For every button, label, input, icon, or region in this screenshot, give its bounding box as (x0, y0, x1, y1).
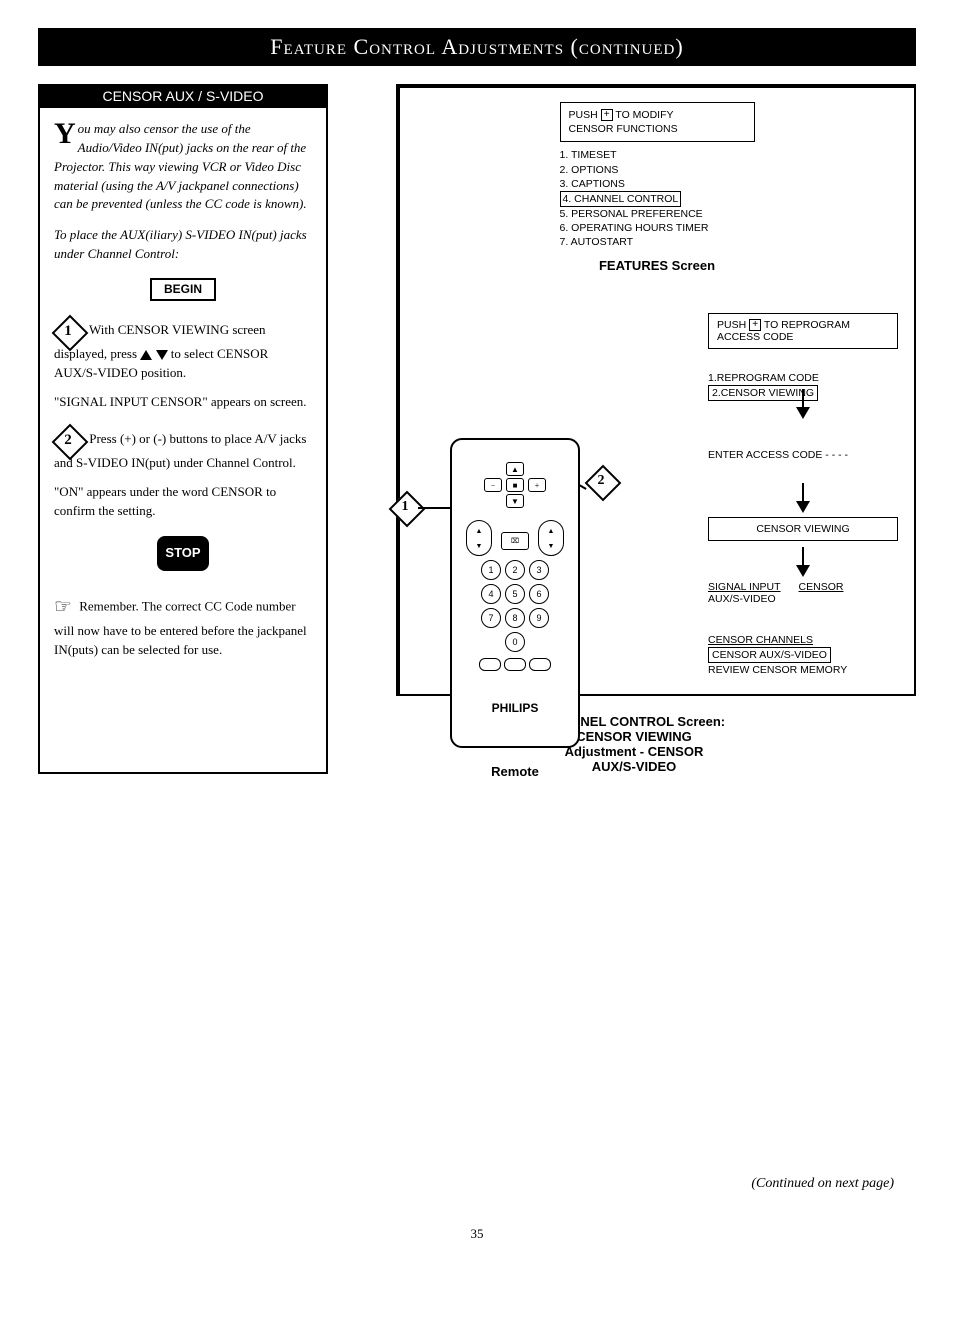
section-title: CENSOR AUX / S-VIDEO (38, 84, 328, 108)
censor-options-menu: CENSOR CHANNELS CENSOR AUX/S-VIDEO REVIE… (708, 633, 898, 678)
continued-note: (Continued on next page) (751, 1176, 894, 1192)
step-2: 2 Press (+) or (-) buttons to place A/V … (54, 426, 312, 473)
diagram-frame: PUSH + TO MODIFY CENSOR FUNCTIONS 1. TIM… (396, 84, 916, 696)
remote-caption: Remote (410, 764, 620, 779)
left-body: Y ou may also censor the use of the Audi… (40, 108, 326, 676)
osd-modify-l1b: TO MODIFY (615, 109, 673, 121)
remember-text: Remember. The correct CC Code number wil… (54, 599, 307, 657)
page-header-bar: Feature Control Adjustments (continued) (38, 28, 916, 66)
content-wrapper: CENSOR AUX / S-VIDEO Y ou may also censo… (38, 84, 916, 774)
signal-l2: AUX/S-VIDEO (708, 593, 781, 605)
remote-ch-pill[interactable]: ▲▼ (538, 520, 564, 556)
flow-column: PUSH + TO REPROGRAM ACCESS CODE 1.REPROG… (708, 313, 898, 678)
down-arrow-icon (796, 501, 810, 513)
up-arrow-icon (140, 350, 152, 360)
censor-option-selected: CENSOR AUX/S-VIDEO (708, 647, 831, 663)
remote-num-4[interactable]: 4 (481, 584, 501, 604)
censor-col-header: CENSOR (799, 581, 844, 605)
remote-minus-button[interactable]: − (484, 478, 502, 492)
features-caption: FEATURES Screen (416, 258, 898, 273)
remote-down-button[interactable]: ▼ (506, 494, 524, 508)
features-item: 2. OPTIONS (560, 163, 755, 177)
reprogram-box: PUSH + TO REPROGRAM ACCESS CODE (708, 313, 898, 349)
plus-icon: + (601, 109, 613, 121)
callout-line (418, 507, 450, 509)
remember-note: ☞ Remember. The correct CC Code number w… (54, 593, 312, 660)
page-title: Feature Control Adjustments (continued) (270, 34, 683, 59)
reprogram-l2: ACCESS CODE (717, 331, 793, 343)
features-item: 7. AUTOSTART (560, 235, 755, 249)
remote-num-0[interactable]: 0 (505, 632, 525, 652)
censor-option: CENSOR CHANNELS (708, 633, 898, 647)
features-item-selected: 4. CHANNEL CONTROL (560, 191, 682, 207)
remote-body: ▲ − ■ + ▼ ▲▼ ▲▼ ⌧ 1 (450, 438, 580, 748)
remote-numpad: 1 2 3 4 5 6 7 8 9 0 (458, 560, 572, 652)
callout-2-diamond-icon: 2 (588, 468, 614, 494)
features-item: 1. TIMESET (560, 148, 755, 162)
page-number: 35 (0, 1226, 954, 1242)
down-arrow-icon (156, 350, 168, 360)
callout-1-diamond-icon: 1 (392, 494, 418, 520)
remote-vol-pill[interactable]: ▲▼ (466, 520, 492, 556)
signal-l1: SIGNAL INPUT (708, 581, 781, 593)
reprogram-l1b: TO REPROGRAM (764, 319, 850, 331)
down-arrow-icon (796, 565, 810, 577)
osd-modify-l1a: PUSH (569, 109, 598, 121)
remote-illustration: 1 2 ▲ − ■ + ▼ ▲▼ (410, 438, 620, 779)
step-1-note: "SIGNAL INPUT CENSOR" appears on screen. (54, 393, 312, 412)
features-item: 6. OPERATING HOURS TIMER (560, 221, 755, 235)
cc-menu-item: 1.REPROGRAM CODE (708, 371, 898, 385)
remote-num-6[interactable]: 6 (529, 584, 549, 604)
remote-up-button[interactable]: ▲ (506, 462, 524, 476)
step-2-lead: Press (+) or (-) buttons to place A/V ja… (54, 431, 306, 470)
remote-num-8[interactable]: 8 (505, 608, 525, 628)
remote-num-1[interactable]: 1 (481, 560, 501, 580)
features-item: 5. PERSONAL PREFERENCE (560, 207, 755, 221)
plus-icon: + (749, 319, 761, 331)
censor-viewing-box: CENSOR VIEWING (708, 517, 898, 541)
step-2-diamond-icon: 2 (54, 426, 82, 454)
remote-num-3[interactable]: 3 (529, 560, 549, 580)
remote-num-9[interactable]: 9 (529, 608, 549, 628)
step-1: 1 With CENSOR VIEWING screen displayed, … (54, 317, 312, 383)
down-arrow-icon (796, 407, 810, 419)
remote-brand: PHILIPS (458, 701, 572, 715)
signal-input-row: SIGNAL INPUT AUX/S-VIDEO CENSOR (708, 581, 898, 605)
remote-mute-button[interactable]: ⌧ (501, 532, 529, 550)
intro-text: ou may also censor the use of the Audio/… (54, 121, 307, 211)
dropcap: Y (54, 120, 76, 147)
remote-src-button[interactable] (479, 658, 501, 671)
remote-src-button[interactable] (504, 658, 526, 671)
remote-plus-button[interactable]: + (528, 478, 546, 492)
enter-access-code: ENTER ACCESS CODE - - - - (708, 449, 898, 461)
remote-num-2[interactable]: 2 (505, 560, 525, 580)
left-column: CENSOR AUX / S-VIDEO Y ou may also censo… (38, 84, 328, 774)
right-column: PUSH + TO MODIFY CENSOR FUNCTIONS 1. TIM… (352, 84, 916, 774)
stop-label: STOP (157, 536, 208, 571)
remote-src-button[interactable] (529, 658, 551, 671)
step-2-note: "ON" appears under the word CENSOR to co… (54, 483, 312, 521)
osd-modify-l2: CENSOR FUNCTIONS (569, 123, 678, 135)
remote-source-row (458, 658, 572, 671)
remote-center-button[interactable]: ■ (506, 478, 524, 492)
intro-paragraph-2: To place the AUX(iliary) S-VIDEO IN(put)… (54, 226, 312, 264)
censor-option: REVIEW CENSOR MEMORY (708, 663, 898, 677)
reprogram-l1a: PUSH (717, 319, 746, 331)
intro-paragraph: Y ou may also censor the use of the Audi… (54, 120, 312, 214)
remote-num-5[interactable]: 5 (505, 584, 525, 604)
step-1-diamond-icon: 1 (54, 317, 82, 345)
note-hand-icon: ☞ (54, 593, 72, 622)
remote-num-7[interactable]: 7 (481, 608, 501, 628)
remote-dpad: ▲ − ■ + ▼ (480, 462, 550, 512)
begin-label: BEGIN (150, 278, 216, 301)
osd-modify-box: PUSH + TO MODIFY CENSOR FUNCTIONS (560, 102, 755, 142)
features-item: 3. CAPTIONS (560, 177, 755, 191)
features-menu: 1. TIMESET 2. OPTIONS 3. CAPTIONS 4. CHA… (560, 148, 755, 249)
